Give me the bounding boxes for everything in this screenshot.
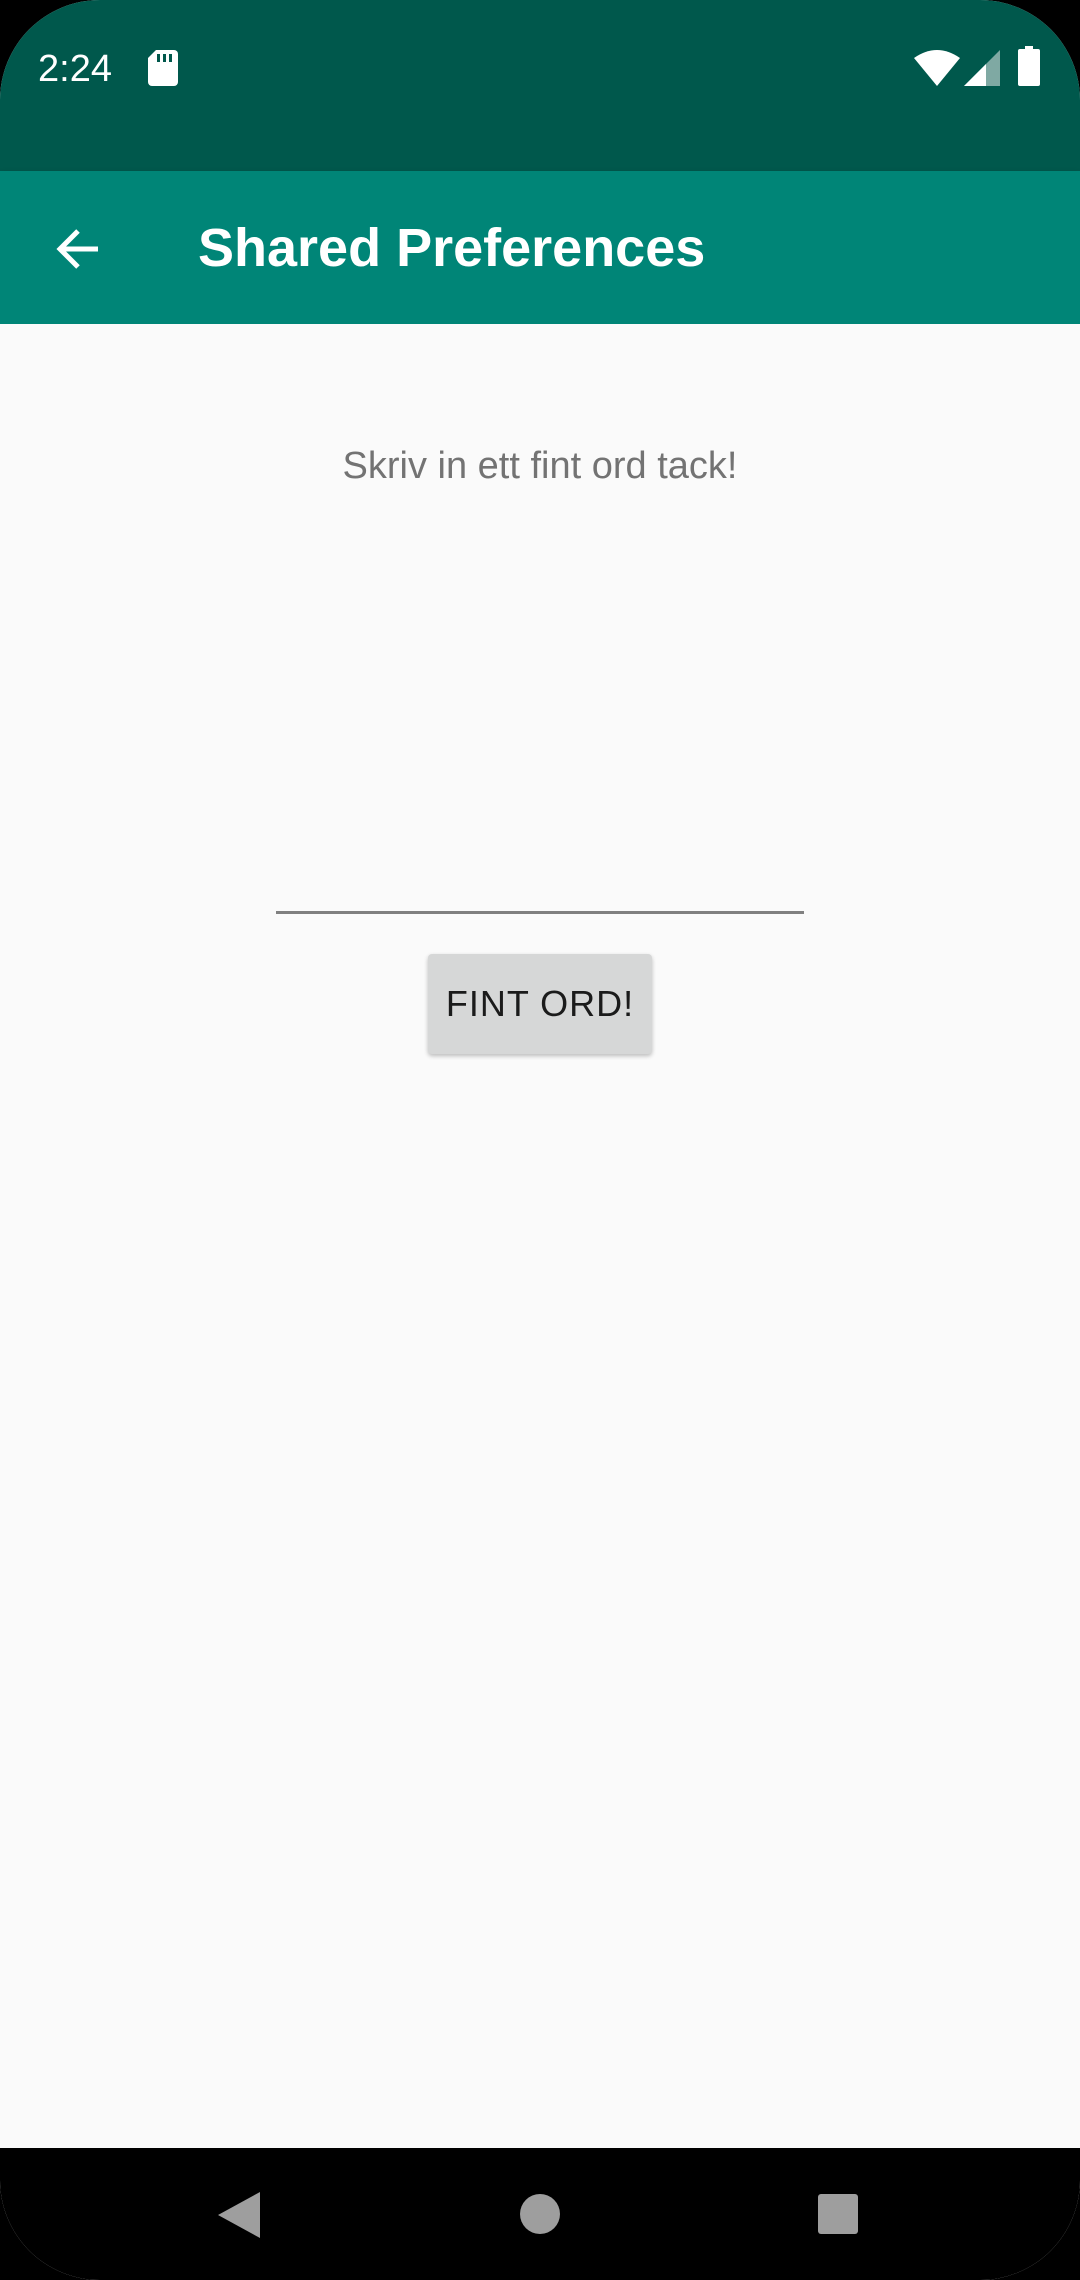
battery-icon: [1018, 46, 1040, 86]
arrow-back-icon: [56, 229, 98, 269]
cell-signal-icon: [964, 50, 1000, 86]
fint-ord-button[interactable]: FINT ORD!: [428, 954, 652, 1054]
main-content: Skriv in ett fint ord tack! FINT ORD!: [0, 324, 1080, 2148]
app-title: Shared Preferences: [198, 218, 706, 278]
wifi-icon: [914, 50, 960, 86]
sd-card-icon: [148, 50, 178, 86]
status-time: 2:24: [38, 48, 112, 90]
nav-recents-icon[interactable]: [818, 2194, 858, 2234]
prompt-text: Skriv in ett fint ord tack!: [342, 445, 738, 487]
word-input[interactable]: [276, 834, 804, 914]
fint-ord-button-label: FINT ORD!: [445, 983, 635, 1024]
back-button[interactable]: [36, 207, 120, 291]
nav-back-icon[interactable]: [218, 2192, 260, 2238]
nav-home-icon[interactable]: [520, 2194, 560, 2234]
phone-screen: 2:24 Shared Preferences Skriv in ett fin…: [0, 0, 1080, 2280]
status-bar: 2:24: [0, 0, 1080, 171]
app-bar: Shared Preferences: [0, 171, 1080, 324]
nav-bar: [0, 2148, 1080, 2280]
